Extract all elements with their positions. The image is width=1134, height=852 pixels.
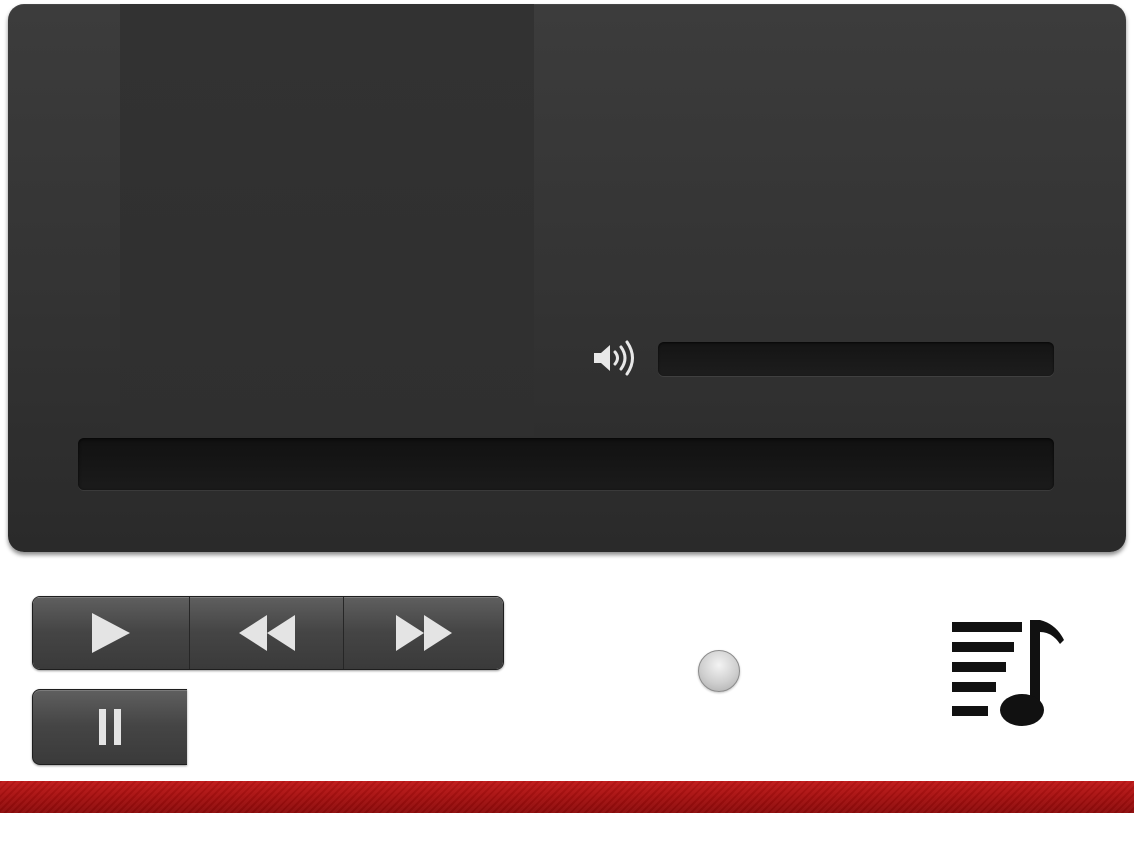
scrubber-knob[interactable] — [698, 650, 740, 692]
play-button[interactable] — [33, 597, 190, 669]
fast-forward-button[interactable] — [344, 597, 503, 669]
artwork-area — [120, 4, 534, 436]
playlist-music-icon[interactable] — [948, 612, 1072, 728]
play-icon — [92, 613, 130, 653]
fast-forward-icon — [395, 615, 452, 651]
volume-slider[interactable] — [658, 342, 1054, 376]
progress-bar[interactable] — [78, 438, 1054, 490]
player-panel — [8, 4, 1126, 552]
transport-controls — [32, 596, 504, 670]
speaker-volume-icon — [594, 340, 634, 376]
accent-bar — [0, 781, 1134, 813]
pause-icon — [99, 709, 121, 745]
rewind-icon — [238, 615, 295, 651]
pause-button[interactable] — [32, 689, 187, 765]
rewind-button[interactable] — [190, 597, 344, 669]
